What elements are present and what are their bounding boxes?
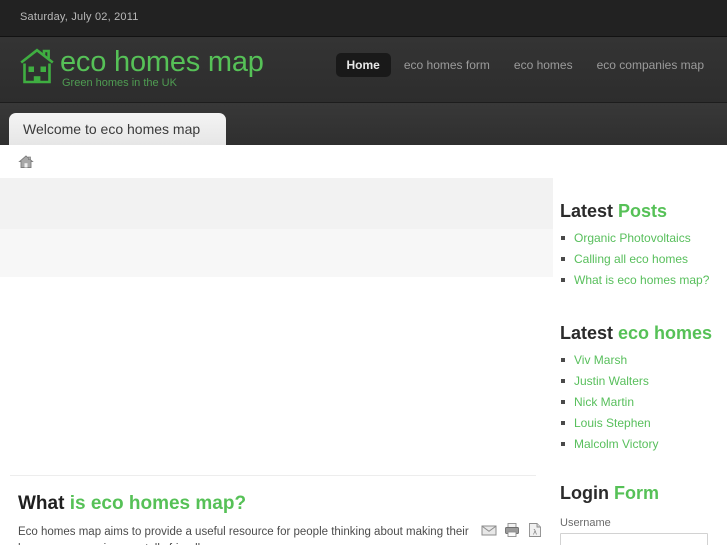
nav-item-eco-homes-form[interactable]: eco homes form [393, 53, 501, 77]
module-title-prefix: Latest [560, 323, 614, 343]
eco-home-link-malcolm-victory[interactable]: Malcolm Victory [574, 437, 658, 451]
nav-item-eco-companies-map[interactable]: eco companies map [586, 53, 715, 77]
email-icon[interactable] [481, 522, 497, 538]
post-link-what-is-eco-homes-map[interactable]: What is eco homes map? [574, 273, 709, 287]
pdf-icon[interactable]: λ [527, 522, 543, 538]
green-house-icon [20, 48, 54, 84]
eco-home-link-justin-walters[interactable]: Justin Walters [574, 374, 649, 388]
site-title: eco homes map [60, 46, 264, 78]
post-link-organic-photovoltaics[interactable]: Organic Photovoltaics [574, 231, 691, 245]
breadcrumb [0, 145, 727, 178]
username-input[interactable] [560, 533, 708, 545]
article-action-icons: λ [481, 522, 543, 538]
list-item: What is eco homes map? [560, 273, 727, 287]
date-bar: Saturday, July 02, 2011 [0, 0, 727, 37]
home-icon[interactable] [18, 154, 34, 169]
article-body: Eco homes map aims to provide a useful r… [18, 526, 469, 545]
current-date: Saturday, July 02, 2011 [20, 11, 139, 23]
list-item: Viv Marsh [560, 353, 727, 367]
module-title-prefix: Login [560, 483, 609, 503]
nav-item-eco-homes[interactable]: eco homes [503, 53, 584, 77]
post-link-calling-all-eco-homes[interactable]: Calling all eco homes [574, 252, 688, 266]
article-title: What is eco homes map? [18, 492, 246, 515]
list-item: Nick Martin [560, 395, 727, 409]
article-title-prefix: What [18, 493, 65, 514]
logo-text-group: eco homes map Green homes in the UK [60, 45, 264, 90]
article-title-accent: is eco homes map? [69, 493, 247, 514]
module-login-title: Login Form [560, 482, 727, 504]
eco-home-link-viv-marsh[interactable]: Viv Marsh [574, 353, 627, 367]
svg-text:λ: λ [533, 529, 537, 537]
list-item: Organic Photovoltaics [560, 231, 727, 245]
module-title-accent: Form [614, 483, 659, 503]
list-item: Calling all eco homes [560, 252, 727, 266]
module-title-prefix: Latest [560, 201, 614, 221]
tab-strip: Welcome to eco homes map [0, 103, 727, 145]
site-logo[interactable]: eco homes map Green homes in the UK [18, 45, 264, 90]
article-divider [10, 475, 536, 476]
eco-home-link-louis-stephen[interactable]: Louis Stephen [574, 416, 651, 430]
module-title-accent: eco homes [618, 323, 713, 343]
module-latest-posts: Latest Posts Organic Photovoltaics Calli… [560, 200, 727, 294]
username-label: Username [560, 517, 611, 529]
module-latest-eco-homes: Latest eco homes Viv Marsh Justin Walter… [560, 322, 727, 458]
module-latest-eco-homes-title: Latest eco homes [560, 322, 727, 344]
latest-posts-list: Organic Photovoltaics Calling all eco ho… [560, 231, 727, 287]
eco-home-link-nick-martin[interactable]: Nick Martin [574, 395, 634, 409]
list-item: Justin Walters [560, 374, 727, 388]
module-login-form: Login Form Username [560, 482, 727, 545]
tab-welcome[interactable]: Welcome to eco homes map [9, 113, 227, 145]
module-latest-posts-title: Latest Posts [560, 200, 727, 222]
module-title-accent: Posts [618, 201, 668, 221]
site-header: eco homes map Green homes in the UK Home… [0, 37, 727, 103]
list-item: Louis Stephen [560, 416, 727, 430]
list-item: Malcolm Victory [560, 437, 727, 451]
page-root: Saturday, July 02, 2011 eco homes map Gr… [0, 0, 727, 545]
print-icon[interactable] [504, 522, 520, 538]
sidebar: Latest Posts Organic Photovoltaics Calli… [553, 178, 727, 545]
nav-item-home[interactable]: Home [335, 53, 391, 77]
main-navigation: Home eco homes form eco homes eco compan… [335, 53, 715, 77]
tab-welcome-label: Welcome to eco homes map [23, 121, 201, 137]
site-tagline: Green homes in the UK [62, 77, 177, 89]
latest-eco-homes-list: Viv Marsh Justin Walters Nick Martin Lou… [560, 353, 727, 451]
